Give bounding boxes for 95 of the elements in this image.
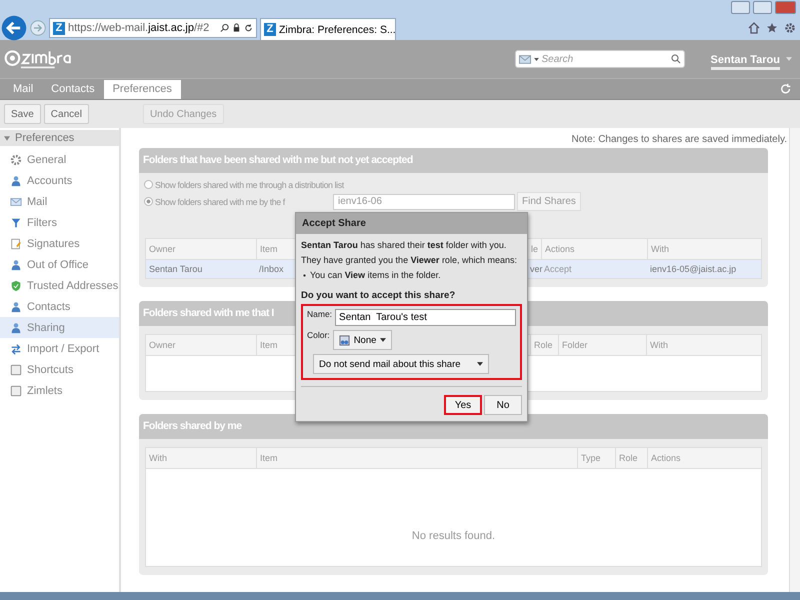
funnel-icon xyxy=(10,216,22,228)
column-header[interactable]: With xyxy=(647,239,761,259)
sidebar-item[interactable]: Trusted Addresses xyxy=(0,275,119,296)
envelope-icon xyxy=(10,196,22,208)
radio-label[interactable]: Show folders shared with me by the f xyxy=(155,196,331,206)
find-shares-button[interactable]: Find Shares xyxy=(517,192,581,211)
refresh-icon[interactable] xyxy=(244,23,253,33)
gear-icon xyxy=(10,154,22,166)
column-header[interactable]: With xyxy=(146,448,256,468)
column-header[interactable]: Role xyxy=(530,335,558,355)
dialog-title: Accept Share xyxy=(296,213,527,234)
toolbar-button[interactable]: Save xyxy=(4,104,41,124)
sidebar-item[interactable]: Shortcuts xyxy=(0,359,119,380)
table-cell-text: ienv16-05@jaist.ac.jp xyxy=(649,264,738,274)
sidebar-item[interactable]: Accounts xyxy=(0,170,119,191)
caret-icon xyxy=(380,338,386,342)
table-cell-text: Sentan Tarou xyxy=(148,264,204,274)
settings-icon[interactable] xyxy=(784,22,796,34)
radio-label[interactable]: Show folders shared with me through a distribution list xyxy=(155,180,344,190)
square-icon xyxy=(10,384,22,396)
favicon: Z xyxy=(53,22,65,34)
person-icon xyxy=(10,258,22,270)
column-header[interactable]: Folder xyxy=(558,335,646,355)
radio-button[interactable] xyxy=(144,180,153,189)
minimize-button[interactable] xyxy=(731,1,750,14)
empty-message: No results found. xyxy=(412,530,496,542)
share-message: Sentan Tarou has shared their test folder with you. xyxy=(301,240,508,250)
palette-icon xyxy=(338,334,350,346)
favicon: Z xyxy=(264,23,276,36)
browser-tab[interactable]: Z Zimbra: Preferences: S... xyxy=(260,18,396,40)
sidebar-item[interactable]: Filters xyxy=(0,212,119,233)
section-title: Folders that have been shared with me but not yet accepted xyxy=(143,154,413,166)
column-header[interactable]: Actions xyxy=(647,448,761,468)
sidebar-item[interactable]: Contacts xyxy=(0,296,119,317)
radio-button[interactable] xyxy=(144,197,153,206)
filter-field[interactable]: ienv16-06 xyxy=(333,194,515,210)
column-header[interactable]: Type xyxy=(577,448,615,468)
triangle-icon[interactable] xyxy=(4,136,10,140)
section-title: Folders shared by me xyxy=(143,420,242,432)
column-header[interactable]: Actions xyxy=(541,239,647,259)
star-icon[interactable] xyxy=(766,22,778,34)
permission-item: You can View items in the folder. xyxy=(310,270,441,280)
table-cell-text: /Inbox xyxy=(258,264,285,274)
sidebar-header[interactable]: Preferences xyxy=(0,130,119,146)
sidebar-item[interactable]: General xyxy=(0,149,119,170)
table-cell-text: ver xyxy=(529,264,541,274)
person-icon xyxy=(10,322,22,334)
sidebar-item[interactable]: Mail xyxy=(0,191,119,212)
person-icon xyxy=(10,300,22,312)
shield-icon xyxy=(10,280,22,292)
column-header[interactable]: Role xyxy=(615,448,647,468)
dialog-button[interactable]: No xyxy=(484,395,522,415)
caret-icon[interactable] xyxy=(534,58,539,60)
arrows-icon xyxy=(10,342,22,354)
toolbar-button[interactable]: Cancel xyxy=(44,104,89,124)
caret-icon xyxy=(476,362,483,366)
home-icon[interactable] xyxy=(748,22,760,34)
sidebar-item[interactable]: Sharing xyxy=(0,317,119,338)
app-tab[interactable]: Mail xyxy=(4,80,42,99)
restore-button[interactable] xyxy=(753,1,772,14)
document-icon xyxy=(10,238,22,250)
app-tab[interactable]: Preferences xyxy=(104,80,181,99)
column-header[interactable]: Owner xyxy=(146,239,256,259)
sidebar-item[interactable]: Out of Office xyxy=(0,254,119,275)
square-icon xyxy=(10,364,22,376)
color-dropdown[interactable]: None xyxy=(332,330,392,350)
color-label: Color: xyxy=(307,330,330,340)
name-field[interactable]: Sentan Tarou's test xyxy=(335,309,516,326)
role-message: They have granted you the Viewer role, which means: xyxy=(301,255,518,265)
back-button[interactable] xyxy=(1,15,27,41)
column-header[interactable]: Owner xyxy=(146,335,256,355)
table-cell-text: Accept xyxy=(543,264,573,274)
close-button[interactable] xyxy=(775,1,796,14)
note-text: Note: Changes to shares are saved immediately. xyxy=(570,134,787,145)
forward-button[interactable] xyxy=(30,20,46,36)
dialog-button[interactable]: Yes xyxy=(444,395,482,415)
sidebar-item[interactable]: Import / Export xyxy=(0,338,119,359)
address-field[interactable]: Z https://web-mail.jaist.ac.jp/#2 xyxy=(49,18,257,38)
notification-dropdown[interactable]: Do not send mail about this share xyxy=(313,354,489,374)
bullet-icon xyxy=(303,274,306,276)
sidebar-item[interactable]: Signatures xyxy=(0,233,119,254)
user-menu[interactable]: Sentan Tarou xyxy=(710,54,780,70)
sidebar-item[interactable]: Zimlets xyxy=(0,380,119,401)
column-header[interactable]: Item xyxy=(256,448,577,468)
scrollbar[interactable] xyxy=(789,128,800,592)
search-bar[interactable]: Search xyxy=(514,50,685,68)
lock-icon xyxy=(232,23,241,33)
app-tab[interactable]: Contacts xyxy=(42,80,104,99)
search-icon[interactable] xyxy=(220,23,229,33)
search-icon[interactable] xyxy=(670,54,681,64)
name-label: Name: xyxy=(307,309,332,319)
person-icon xyxy=(10,174,22,186)
question-text: Do you want to accept this share? xyxy=(301,290,456,301)
section-title: Folders shared with me that I xyxy=(143,307,274,319)
column-header[interactable]: With xyxy=(646,335,761,355)
